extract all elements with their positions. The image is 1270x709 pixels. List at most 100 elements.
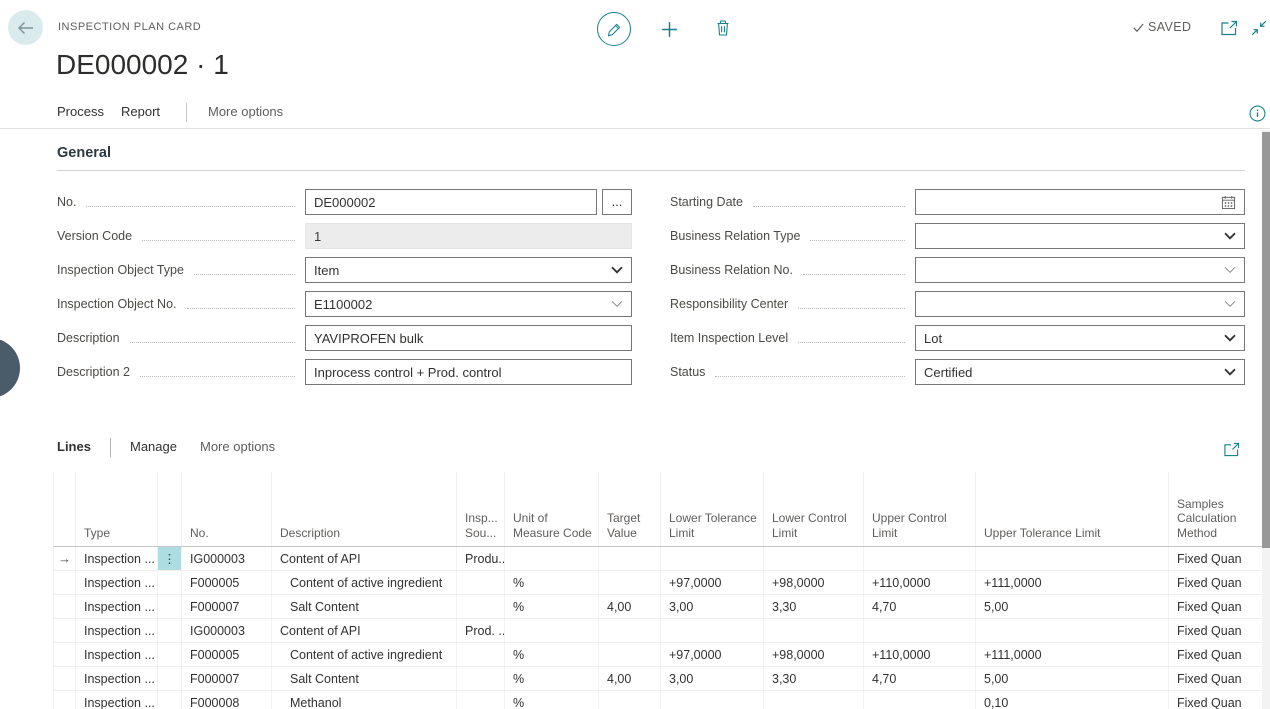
cell-description[interactable]: Content of active ingredient bbox=[272, 571, 457, 594]
cell-ucl[interactable] bbox=[864, 547, 976, 570]
cell-uom[interactable]: % bbox=[505, 595, 599, 618]
cell-uom[interactable]: % bbox=[505, 691, 599, 709]
collapse-view-button[interactable] bbox=[1250, 19, 1268, 37]
cell-insp_source[interactable] bbox=[457, 643, 505, 666]
column-header-uom[interactable]: Unit of Measure Code bbox=[505, 472, 599, 546]
cell-ltl[interactable] bbox=[661, 619, 764, 642]
cell-no[interactable]: F000008 bbox=[182, 691, 272, 709]
cell-type[interactable]: Inspection ... bbox=[76, 571, 158, 594]
cell-samples[interactable]: Fixed Quan bbox=[1169, 619, 1270, 642]
cell-ucl[interactable]: +110,0000 bbox=[864, 643, 976, 666]
column-header-utl[interactable]: Upper Tolerance Limit bbox=[976, 472, 1169, 546]
cell-no[interactable]: F000005 bbox=[182, 643, 272, 666]
cell-insp_source[interactable] bbox=[457, 691, 505, 709]
cell-samples[interactable]: Fixed Quan bbox=[1169, 595, 1270, 618]
cell-no[interactable]: IG000003 bbox=[182, 619, 272, 642]
cell-description[interactable]: Content of API bbox=[272, 619, 457, 642]
description-2-input[interactable] bbox=[314, 365, 623, 380]
cell-lcl[interactable]: +98,0000 bbox=[764, 571, 864, 594]
info-button[interactable] bbox=[1248, 104, 1266, 122]
cell-ucl[interactable]: +110,0000 bbox=[864, 571, 976, 594]
table-row[interactable]: →Inspection ...⋮IG000003Content of APIPr… bbox=[54, 547, 1270, 571]
cell-target[interactable]: 4,00 bbox=[599, 667, 661, 690]
cell-type[interactable]: Inspection ... bbox=[76, 547, 158, 570]
vertical-scrollbar-thumb[interactable] bbox=[1262, 132, 1270, 548]
cell-description[interactable]: Content of active ingredient bbox=[272, 643, 457, 666]
column-header-lcl[interactable]: Lower Control Limit bbox=[764, 472, 864, 546]
column-header-no[interactable]: No. bbox=[182, 472, 272, 546]
cell-target[interactable] bbox=[599, 643, 661, 666]
no-assist-button[interactable]: ... bbox=[602, 189, 632, 215]
cell-ltl[interactable]: 3,00 bbox=[661, 595, 764, 618]
column-header-type[interactable]: Type bbox=[76, 472, 158, 546]
cell-no[interactable]: F000007 bbox=[182, 595, 272, 618]
cell-insp_source[interactable] bbox=[457, 595, 505, 618]
cell-ucl[interactable]: 4,70 bbox=[864, 667, 976, 690]
cell-samples[interactable]: Fixed Quan bbox=[1169, 691, 1270, 709]
cell-samples[interactable]: Fixed Quan bbox=[1169, 643, 1270, 666]
column-header-description[interactable]: Description bbox=[272, 472, 457, 546]
cell-uom[interactable] bbox=[505, 619, 599, 642]
cell-ltl[interactable] bbox=[661, 691, 764, 709]
item-inspection-level-select[interactable]: Lot bbox=[915, 325, 1245, 351]
cell-lcl[interactable] bbox=[764, 547, 864, 570]
cell-utl[interactable]: +111,0000 bbox=[976, 643, 1169, 666]
column-header-target[interactable]: Target Value bbox=[599, 472, 661, 546]
cell-samples[interactable]: Fixed Quan bbox=[1169, 571, 1270, 594]
cell-target[interactable] bbox=[599, 547, 661, 570]
new-button[interactable] bbox=[658, 18, 680, 40]
table-row[interactable]: Inspection ...F000005Content of active i… bbox=[54, 643, 1270, 667]
cell-utl[interactable]: +111,0000 bbox=[976, 571, 1169, 594]
cell-ltl[interactable]: +97,0000 bbox=[661, 643, 764, 666]
cell-ltl[interactable] bbox=[661, 547, 764, 570]
table-row[interactable]: Inspection ... F000005Content of active i… bbox=[54, 571, 1270, 595]
open-in-window-button[interactable] bbox=[1219, 19, 1239, 37]
column-header-ucl[interactable]: Upper Control Limit bbox=[864, 472, 976, 546]
cell-target[interactable] bbox=[599, 571, 661, 594]
status-select[interactable]: Certified bbox=[915, 359, 1245, 385]
edit-button[interactable] bbox=[597, 12, 631, 46]
lines-focus-mode-button[interactable] bbox=[1221, 440, 1241, 458]
cell-ltl[interactable]: +97,0000 bbox=[661, 571, 764, 594]
cell-samples[interactable]: Fixed Quan bbox=[1169, 547, 1270, 570]
cell-uom[interactable]: % bbox=[505, 643, 599, 666]
cell-target[interactable] bbox=[599, 619, 661, 642]
column-header-samples[interactable]: Samples Calculation Method bbox=[1169, 472, 1270, 546]
cell-uom[interactable]: % bbox=[505, 667, 599, 690]
row-menu-icon[interactable]: ⋮ bbox=[158, 547, 182, 570]
cell-utl[interactable]: 5,00 bbox=[976, 667, 1169, 690]
cell-lcl[interactable] bbox=[764, 691, 864, 709]
cell-type[interactable]: Inspection ... bbox=[76, 595, 158, 618]
cell-description[interactable]: Salt Content bbox=[272, 595, 457, 618]
table-row[interactable]: Inspection ...F000007Salt Content%4,003,… bbox=[54, 595, 1270, 619]
side-panel-handle[interactable] bbox=[0, 338, 20, 398]
table-row[interactable]: Inspection ...IG000003Content of APIProd… bbox=[54, 619, 1270, 643]
column-header-ltl[interactable]: Lower Tolerance Limit bbox=[661, 472, 764, 546]
cell-utl[interactable] bbox=[976, 547, 1169, 570]
back-button[interactable] bbox=[8, 10, 43, 45]
cell-no[interactable]: F000005 bbox=[182, 571, 272, 594]
table-row[interactable]: Inspection ...F000007Salt Content%4,003,… bbox=[54, 667, 1270, 691]
cell-description[interactable]: Salt Content bbox=[272, 667, 457, 690]
cell-lcl[interactable]: 3,30 bbox=[764, 667, 864, 690]
cell-lcl[interactable] bbox=[764, 619, 864, 642]
cell-samples[interactable]: Fixed Quan bbox=[1169, 667, 1270, 690]
lines-more-options-button[interactable]: More options bbox=[200, 439, 275, 454]
cell-insp_source[interactable] bbox=[457, 571, 505, 594]
cell-lcl[interactable]: 3,30 bbox=[764, 595, 864, 618]
cell-ltl[interactable]: 3,00 bbox=[661, 667, 764, 690]
cell-target[interactable]: 4,00 bbox=[599, 595, 661, 618]
cell-target[interactable] bbox=[599, 691, 661, 709]
cell-type[interactable]: Inspection ... bbox=[76, 619, 158, 642]
business-relation-type-select[interactable] bbox=[915, 223, 1245, 249]
tab-lines[interactable]: Lines bbox=[57, 439, 91, 454]
tab-report[interactable]: Report bbox=[121, 104, 160, 119]
more-options-button[interactable]: More options bbox=[208, 104, 283, 119]
responsibility-center-input[interactable] bbox=[924, 297, 1224, 312]
business-relation-no-input[interactable] bbox=[924, 263, 1224, 278]
table-row[interactable]: Inspection ...F000008Methanol%0,10Fixed … bbox=[54, 691, 1270, 709]
tab-process[interactable]: Process bbox=[57, 104, 104, 119]
cell-uom[interactable]: % bbox=[505, 571, 599, 594]
cell-ucl[interactable] bbox=[864, 619, 976, 642]
cell-insp_source[interactable]: Produ... bbox=[457, 547, 505, 570]
